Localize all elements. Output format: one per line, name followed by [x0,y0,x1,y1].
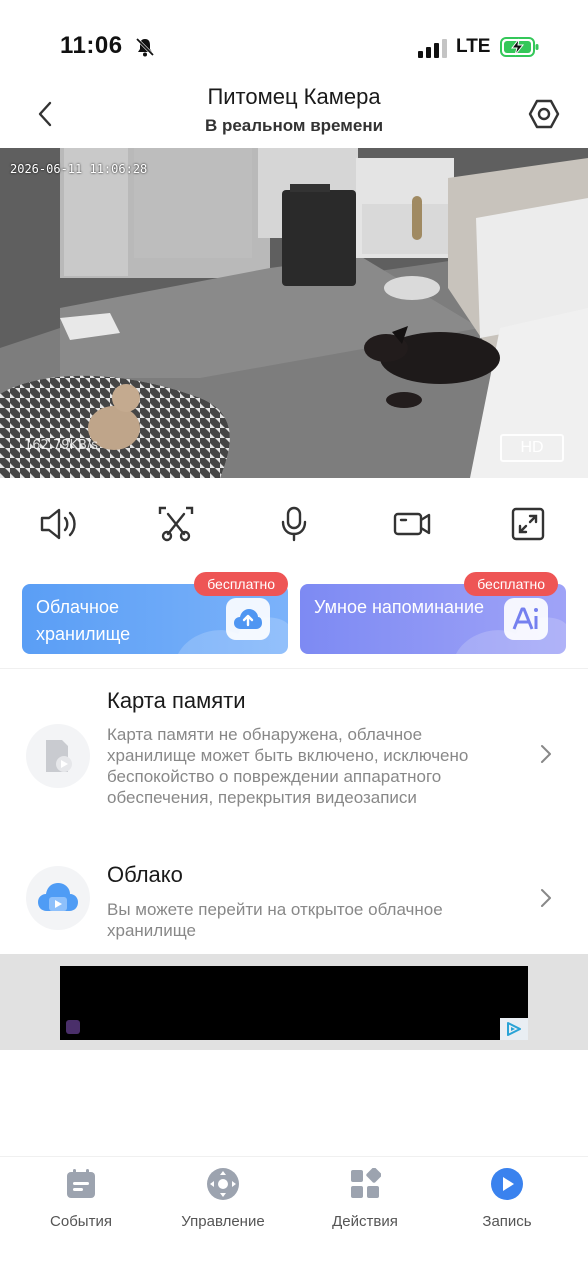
header: Питомец Камера В реальном времени [0,82,588,148]
page-subtitle: В реальном времени [204,116,384,135]
divider [0,668,588,669]
tab-control-label: Управление [181,1213,265,1230]
smart-reminder-promo[interactable]: Умное напоминание бесплатно [300,572,566,654]
cloud-storage-promo[interactable]: Облачное хранилище бесплатно [22,572,288,654]
tab-events-label: События [50,1213,112,1230]
hd-quality-button[interactable]: HD [500,434,564,462]
tab-bar: События Управление Действия Запись [0,1156,588,1280]
cloud-title: Облако [107,862,183,887]
fullscreen-button[interactable] [506,502,550,546]
control-icon [206,1167,240,1201]
speaker-icon [40,508,76,540]
cloud-video-icon [38,883,78,911]
video-controls [0,478,588,568]
record-video-button[interactable] [390,502,434,546]
speaker-button[interactable] [36,502,80,546]
tab-record[interactable]: Запись [447,1167,567,1237]
tab-actions[interactable]: Действия [305,1167,425,1237]
tab-record-label: Запись [482,1213,532,1230]
events-icon [64,1167,98,1201]
ai-icon-box [504,598,548,640]
status-time: 11:06 [60,32,123,59]
video-timestamp: 2026-06-11 11:06:28 [10,162,148,176]
smart-reminder-label: Умное напоминание [314,597,485,617]
actions-icon [348,1167,382,1201]
cloud-item[interactable]: Облако Вы можете перейти на открытое обл… [0,856,588,948]
ai-icon [512,607,538,630]
tab-events[interactable]: События [21,1167,141,1237]
page-title: Питомец Камера [207,84,381,109]
cloud-video-icon-box [26,866,90,930]
cloud-upload-icon [234,609,262,629]
memory-card-description: Карта памяти не обнаружена, облачное хра… [107,725,469,807]
status-bar: 11:06 LTE [0,0,588,82]
sd-card-icon [46,740,72,772]
memory-card-title: Карта памяти [107,688,246,713]
free-badge: бесплатно [194,572,288,596]
video-bitrate: 162.79KB/s [24,438,99,453]
bell-muted-icon [135,37,155,57]
video-camera-icon [393,512,431,536]
tab-actions-label: Действия [332,1213,398,1230]
screenshot-button[interactable] [154,502,198,546]
signal-icon [418,39,447,58]
cloud-description: Вы можете перейти на открытое облачное х… [107,900,443,940]
microphone-icon [281,506,307,542]
video-frame [0,148,588,478]
ad-area [0,954,588,1050]
ad-banner[interactable] [60,966,528,1040]
record-play-icon [490,1167,524,1201]
sd-card-icon-box [26,724,90,788]
free-badge: бесплатно [464,572,558,596]
screenshot-scissors-icon [158,506,194,542]
network-label: LTE [456,36,491,57]
chevron-right-icon [541,889,551,907]
fullscreen-icon [511,507,545,541]
hexagon-settings-icon [528,99,560,129]
cloud-storage-label: Облачное хранилище [36,597,131,644]
cloud-upload-icon-box [226,598,270,640]
microphone-button[interactable] [272,502,316,546]
tab-control[interactable]: Управление [163,1167,283,1237]
live-video-feed[interactable]: 2026-06-11 11:06:28 162.79KB/s HD [0,148,588,478]
battery-charging-icon [500,37,539,57]
adchoices-icon[interactable] [500,1018,528,1040]
chevron-right-icon [541,745,551,763]
settings-button[interactable] [524,94,564,134]
ad-logo-icon [66,1020,80,1034]
adchoices-triangle-icon [507,1022,521,1036]
memory-card-item[interactable]: Карта памяти Карта памяти не обнаружена,… [0,680,588,840]
